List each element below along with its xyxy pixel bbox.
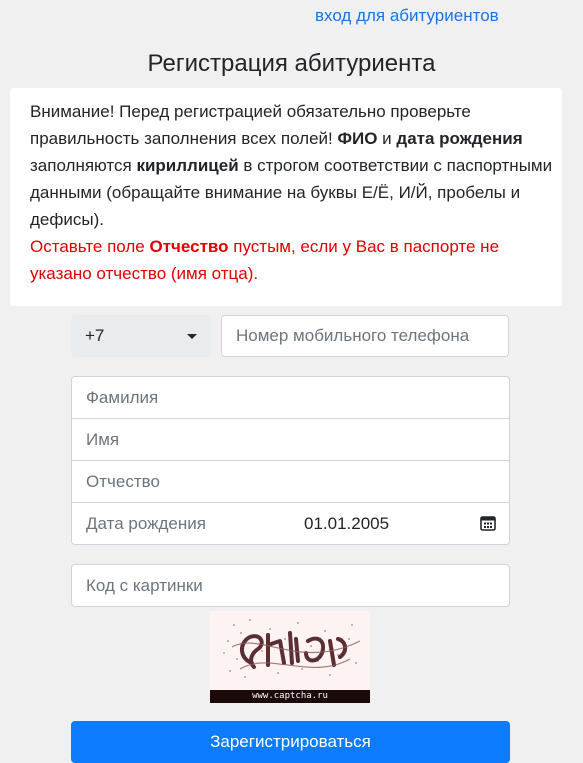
phone-country-code-value: +7	[85, 326, 105, 345]
birth-date-field[interactable]: Дата рождения 01.01.2005	[71, 502, 510, 545]
captcha-input[interactable]	[71, 564, 510, 607]
registration-notice: Внимание! Перед регистрацией обязательно…	[10, 88, 562, 306]
phone-country-code-select[interactable]: +7	[71, 315, 211, 357]
applicant-login-link[interactable]: вход для абитуриентов	[315, 6, 499, 26]
notice-emphasis-dob: дата рождения	[396, 129, 523, 148]
last-name-field[interactable]	[71, 376, 510, 419]
notice-emphasis-fio: ФИО	[337, 129, 378, 148]
captcha-image: www.captcha.ru	[210, 611, 370, 703]
notice-text: и	[377, 129, 397, 148]
notice-instructions: Внимание! Перед регистрацией обязательно…	[30, 98, 562, 233]
birth-date-value: 01.01.2005	[304, 514, 390, 533]
phone-input[interactable]	[221, 315, 509, 357]
captcha-caption: www.captcha.ru	[210, 690, 370, 703]
calendar-icon[interactable]	[480, 515, 496, 536]
chevron-down-icon	[187, 333, 197, 339]
notice-text: Оставьте поле	[30, 237, 150, 256]
first-name-field[interactable]	[71, 418, 510, 461]
notice-emphasis-cyrillic: кириллицей	[136, 156, 239, 175]
birth-date-label: Дата рождения	[86, 514, 206, 533]
notice-patronymic-warning: Оставьте поле Отчество пустым, если у Ва…	[30, 233, 562, 287]
notice-text: заполняются	[30, 156, 137, 175]
name-fields-group: Дата рождения 01.01.2005	[71, 376, 510, 545]
middle-name-field[interactable]	[71, 460, 510, 503]
page-title: Регистрация абитуриента	[147, 50, 436, 77]
register-button[interactable]: Зарегистрироваться	[71, 721, 510, 763]
notice-emphasis-patronymic: Отчество	[149, 237, 229, 256]
